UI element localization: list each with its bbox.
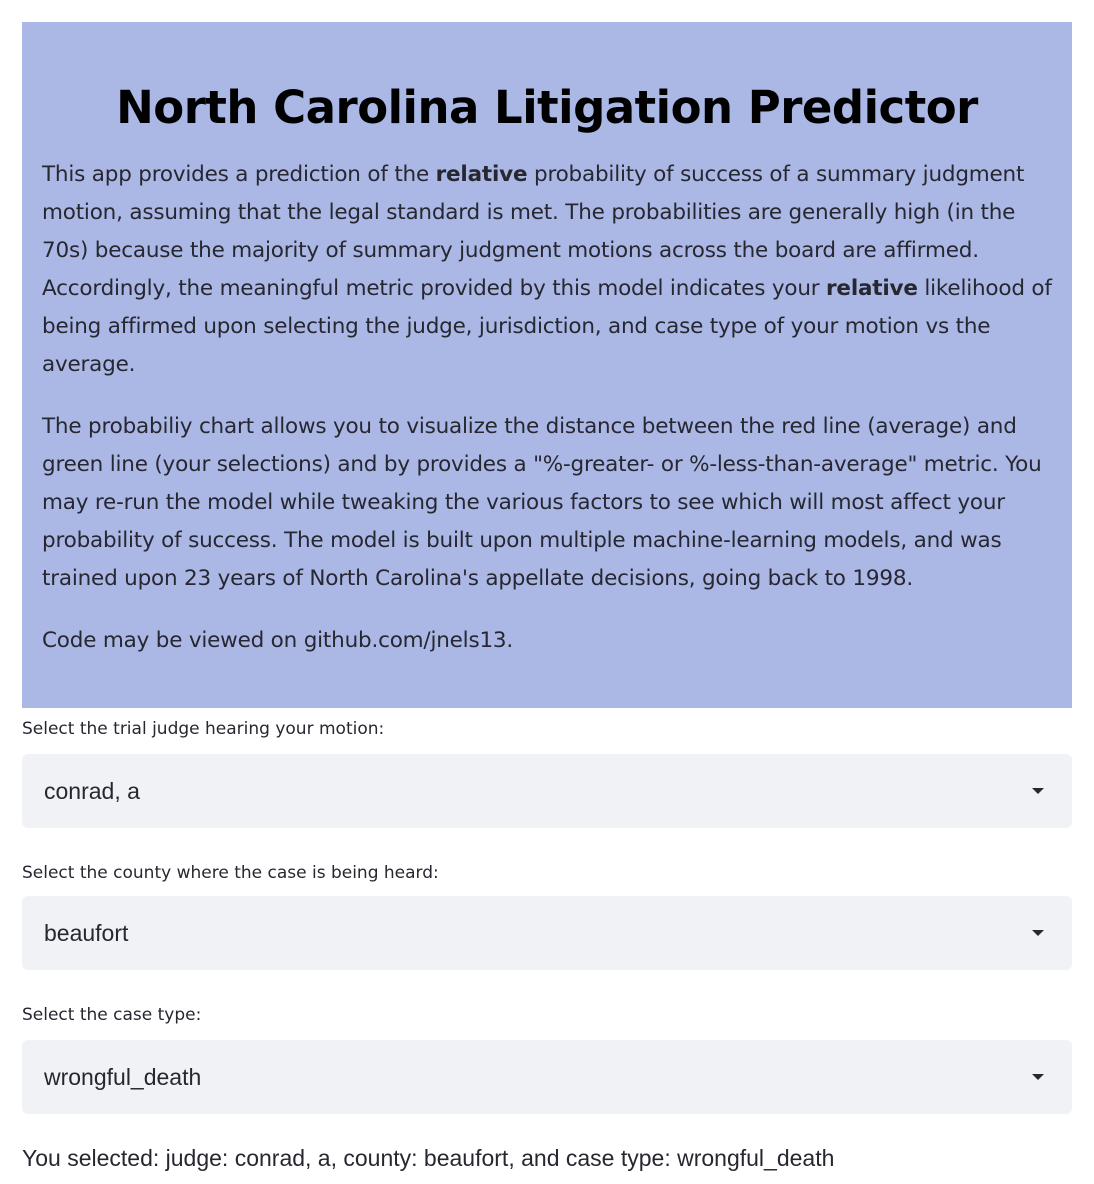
county-select-value: beaufort: [44, 919, 129, 946]
intro-text: This app provides a prediction of the: [42, 162, 436, 187]
selection-summary: You selected: judge: conrad, a, county: …: [22, 1145, 835, 1171]
page-title: North Carolina Litigation Predictor: [116, 81, 978, 134]
chevron-down-icon: [1032, 1074, 1044, 1080]
chevron-down-icon: [1032, 930, 1044, 936]
judge-select[interactable]: conrad, a: [22, 754, 1072, 828]
emphasis-relative: relative: [435, 162, 528, 187]
intro-paragraph-2: The probabiliy chart allows you to visua…: [42, 414, 1042, 591]
intro-paragraph-1: This app provides a prediction of the re…: [42, 156, 1052, 384]
case-type-select[interactable]: wrongful_death: [22, 1040, 1072, 1114]
judge-select-label: Select the trial judge hearing your moti…: [22, 719, 385, 739]
judge-select-value: conrad, a: [44, 777, 140, 804]
emphasis-relative: relative: [826, 276, 918, 301]
chevron-down-icon: [1032, 788, 1044, 794]
intro-panel: North Carolina Litigation Predictor This…: [22, 22, 1072, 708]
county-select[interactable]: beaufort: [22, 896, 1072, 970]
county-select-label: Select the county where the case is bein…: [22, 863, 439, 883]
case-type-select-label: Select the case type:: [22, 1005, 202, 1025]
intro-paragraph-3: Code may be viewed on github.com/jnels13…: [42, 628, 514, 653]
case-type-select-value: wrongful_death: [44, 1063, 202, 1090]
